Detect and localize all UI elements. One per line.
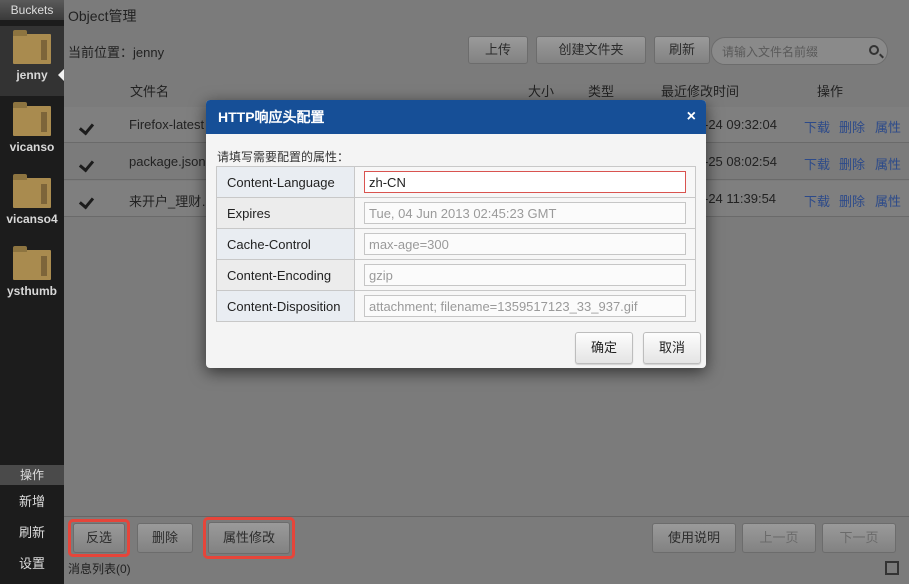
message-toggle[interactable] (885, 561, 899, 575)
bucket-item-jenny[interactable]: jenny (0, 26, 65, 96)
upload-button[interactable]: 上传 (468, 36, 528, 64)
download-link[interactable]: 下载 (804, 154, 830, 173)
dialog-title: HTTP响应头配置 (206, 100, 706, 134)
ops-settings-button[interactable]: 设置 (0, 549, 64, 579)
close-icon[interactable]: × (687, 108, 696, 126)
help-button[interactable]: 使用说明 (652, 523, 736, 553)
invert-selection-button[interactable]: 反选 (73, 523, 125, 553)
col-size[interactable]: 大小 (528, 81, 554, 100)
refresh-button[interactable]: 刷新 (654, 36, 710, 64)
property-key: Cache-Control (216, 228, 355, 260)
search-input[interactable] (722, 44, 862, 60)
edit-properties-button[interactable]: 属性修改 (208, 522, 290, 554)
property-row: Expires (216, 197, 696, 229)
property-key: Content-Disposition (216, 290, 355, 322)
breadcrumb: 当前位置：jenny (68, 45, 165, 60)
file-name: package.json (129, 154, 206, 169)
col-modified[interactable]: 最近修改时间 (661, 81, 739, 100)
http-headers-dialog: HTTP响应头配置 × 请填写需要配置的属性： Content-Language… (206, 100, 706, 368)
property-key: Content-Language (216, 166, 355, 198)
ops-add-button[interactable]: 新增 (0, 487, 64, 517)
folder-icon (13, 174, 51, 208)
download-link[interactable]: 下载 (804, 117, 830, 136)
folder-icon (13, 102, 51, 136)
property-row: Content-Encoding (216, 259, 696, 291)
file-modified: -25 08:02:54 (704, 154, 778, 169)
delete-selected-button[interactable]: 删除 (137, 523, 193, 553)
file-name: Firefox-latest (129, 117, 205, 132)
file-modified: -24 09:32:04 (704, 117, 778, 132)
delete-link[interactable]: 删除 (839, 191, 865, 210)
confirm-button[interactable]: 确定 (575, 332, 633, 364)
buckets-header: Buckets (0, 0, 64, 20)
prev-page-button[interactable]: 上一页 (742, 523, 816, 553)
bucket-item-vicanso[interactable]: vicanso (0, 98, 64, 168)
content-disposition-field[interactable] (364, 295, 686, 317)
checkmark-icon[interactable] (80, 154, 96, 168)
divider (64, 516, 909, 517)
search-box (711, 37, 888, 65)
search-icon[interactable] (869, 45, 879, 55)
property-key: Content-Encoding (216, 259, 355, 291)
buckets-sidebar: Buckets jenny vicanso vicanso4 ysthumb 操… (0, 0, 65, 584)
bucket-label: vicanso (9, 140, 55, 154)
col-type[interactable]: 类型 (588, 81, 614, 100)
ops-header: 操作 (0, 465, 64, 485)
folder-icon (13, 246, 51, 280)
create-folder-button[interactable]: 创建文件夹 (536, 36, 646, 64)
properties-link[interactable]: 属性 (875, 117, 901, 136)
bucket-label: jenny (16, 68, 48, 82)
property-key: Expires (216, 197, 355, 229)
checkmark-icon[interactable] (80, 117, 96, 131)
properties-link[interactable]: 属性 (875, 154, 901, 173)
cache-control-field[interactable] (364, 233, 686, 255)
bucket-label: ysthumb (6, 284, 57, 298)
col-name[interactable]: 文件名 (130, 81, 169, 100)
download-link[interactable]: 下载 (804, 191, 830, 210)
property-row: Content-Language (216, 166, 696, 198)
bucket-item-vicanso4[interactable]: vicanso4 (0, 170, 64, 240)
next-page-button[interactable]: 下一页 (822, 523, 896, 553)
checkmark-icon[interactable] (80, 191, 96, 205)
col-actions: 操作 (817, 84, 844, 99)
file-name: 来开户_理财… (129, 194, 215, 209)
bucket-item-ysthumb[interactable]: ysthumb (0, 242, 64, 312)
property-row: Cache-Control (216, 228, 696, 260)
property-row: Content-Disposition (216, 290, 696, 322)
cancel-button[interactable]: 取消 (643, 332, 701, 364)
bucket-label: vicanso4 (6, 212, 58, 226)
content-language-field[interactable] (364, 171, 686, 193)
dialog-prompt: 请填写需要配置的属性： (217, 150, 350, 164)
message-list-status[interactable]: 消息列表(0) (68, 560, 131, 577)
header-properties-table: Content-Language Expires Cache-Control C… (216, 166, 696, 322)
folder-icon (13, 30, 51, 64)
delete-link[interactable]: 删除 (839, 154, 865, 173)
properties-link[interactable]: 属性 (875, 191, 901, 210)
page-title: Object管理 (68, 8, 137, 24)
expires-field[interactable] (364, 202, 686, 224)
delete-link[interactable]: 删除 (839, 117, 865, 136)
content-encoding-field[interactable] (364, 264, 686, 286)
file-modified: -24 11:39:54 (704, 191, 777, 206)
ops-refresh-button[interactable]: 刷新 (0, 518, 64, 548)
